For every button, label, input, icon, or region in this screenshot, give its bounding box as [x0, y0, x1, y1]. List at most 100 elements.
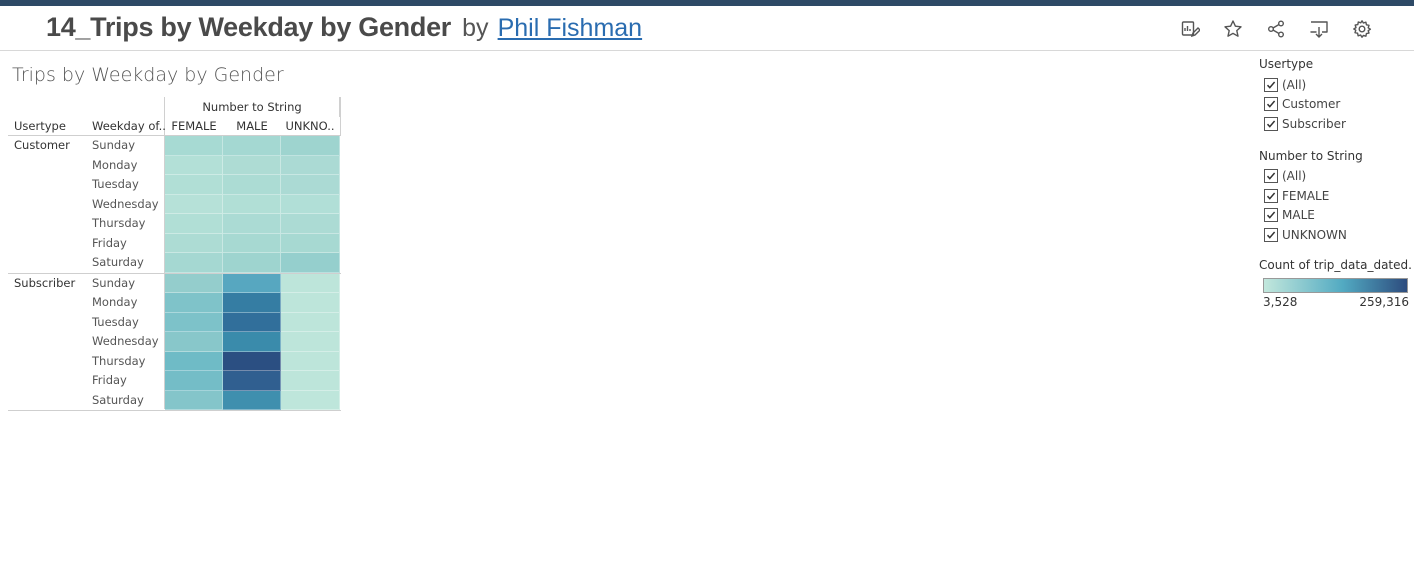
- heatmap-cell[interactable]: [165, 175, 223, 195]
- checkbox-checked-icon[interactable]: [1264, 116, 1278, 131]
- heatmap-cell[interactable]: [281, 136, 340, 156]
- weekday-label[interactable]: Thursday: [92, 214, 145, 234]
- heatmap-cell[interactable]: [223, 312, 281, 332]
- weekday-label[interactable]: Monday: [92, 156, 137, 176]
- gender-filter-option[interactable]: (All): [1259, 167, 1414, 187]
- heatmap-cell[interactable]: [223, 136, 281, 156]
- weekday-label[interactable]: Wednesday: [92, 332, 159, 352]
- heatmap-cell[interactable]: [281, 312, 340, 332]
- heatmap-cell[interactable]: [165, 371, 223, 391]
- usertype-row-header[interactable]: Usertype: [14, 117, 90, 136]
- checkbox-checked-icon[interactable]: [1264, 169, 1278, 184]
- column-header-female[interactable]: FEMALE: [165, 117, 223, 136]
- table-row: Wednesday: [8, 332, 341, 352]
- table-row: Monday: [8, 155, 341, 176]
- heatmap-cell[interactable]: [223, 253, 281, 273]
- heatmap-cell[interactable]: [281, 253, 340, 273]
- settings-button[interactable]: [1340, 16, 1383, 42]
- column-header-male[interactable]: MALE: [223, 117, 281, 136]
- weekday-label[interactable]: Sunday: [92, 274, 135, 294]
- table-row: Friday: [8, 371, 341, 391]
- viz-title: 14_Trips by Weekday by Gender: [46, 12, 451, 42]
- usertype-filter: (All) Customer Subscriber: [1259, 75, 1414, 134]
- weekday-row-header[interactable]: Weekday of..: [92, 117, 166, 136]
- usertype-filter-option[interactable]: Subscriber: [1259, 114, 1414, 134]
- filter-option-label: UNKNOWN: [1282, 227, 1347, 242]
- heatmap-cell[interactable]: [165, 253, 223, 273]
- heatmap-cell[interactable]: [165, 332, 223, 352]
- weekday-label[interactable]: Thursday: [92, 352, 145, 372]
- heatmap-cell[interactable]: [165, 214, 223, 234]
- heatmap-cell[interactable]: [223, 332, 281, 352]
- heatmap-cell[interactable]: [165, 312, 223, 332]
- heatmap-cell[interactable]: [165, 293, 223, 313]
- checkbox-checked-icon[interactable]: [1264, 77, 1278, 92]
- weekday-label[interactable]: Friday: [92, 234, 127, 254]
- weekday-label[interactable]: Friday: [92, 371, 127, 391]
- column-group-header[interactable]: Number to String: [164, 97, 340, 117]
- heatmap-cell[interactable]: [281, 332, 340, 352]
- table-row: Monday: [8, 293, 341, 313]
- edit-button[interactable]: [1168, 16, 1211, 42]
- weekday-label[interactable]: Wednesday: [92, 195, 159, 215]
- heatmap-cell[interactable]: [223, 194, 281, 214]
- heatmap-cell[interactable]: [281, 390, 340, 410]
- heatmap-cell[interactable]: [281, 194, 340, 214]
- checkbox-checked-icon[interactable]: [1264, 97, 1278, 112]
- table-row: Thursday: [8, 351, 341, 372]
- heatmap-cell[interactable]: [281, 293, 340, 313]
- heatmap-cell[interactable]: [223, 273, 281, 293]
- heatmap-cell[interactable]: [223, 293, 281, 313]
- heatmap-cell[interactable]: [223, 233, 281, 253]
- color-legend-title: Count of trip_data_dated...: [1259, 257, 1411, 272]
- weekday-label[interactable]: Monday: [92, 293, 137, 313]
- heatmap-cell[interactable]: [281, 214, 340, 234]
- heatmap-cell[interactable]: [223, 175, 281, 195]
- heatmap-cell[interactable]: [165, 273, 223, 293]
- author-link[interactable]: Phil Fishman: [498, 14, 643, 42]
- weekday-label[interactable]: Sunday: [92, 136, 135, 156]
- checkbox-checked-icon[interactable]: [1264, 208, 1278, 223]
- usertype-filter-option[interactable]: (All): [1259, 75, 1414, 95]
- weekday-label[interactable]: Tuesday: [92, 175, 139, 195]
- heatmap-cell[interactable]: [281, 155, 340, 175]
- legend-max-label: 259,316: [1359, 294, 1409, 309]
- heatmap-cell[interactable]: [223, 390, 281, 410]
- heatmap-cell[interactable]: [281, 351, 340, 371]
- download-button[interactable]: [1297, 16, 1340, 42]
- heatmap-cell[interactable]: [165, 390, 223, 410]
- heatmap-cell[interactable]: [165, 194, 223, 214]
- gender-filter-option[interactable]: UNKNOWN: [1259, 225, 1414, 245]
- weekday-label[interactable]: Tuesday: [92, 313, 139, 333]
- heatmap-cell[interactable]: [223, 351, 281, 371]
- heatmap-cell[interactable]: [165, 136, 223, 156]
- usertype-filter-option[interactable]: Customer: [1259, 95, 1414, 115]
- gender-filter-option[interactable]: MALE: [1259, 206, 1414, 226]
- favorite-button[interactable]: [1211, 16, 1254, 42]
- column-header-unknown[interactable]: UNKNO..: [281, 117, 339, 136]
- heatmap-cell[interactable]: [165, 351, 223, 371]
- group-separator: [8, 410, 341, 411]
- heatmap-cell[interactable]: [223, 155, 281, 175]
- table-row: Thursday: [8, 214, 341, 234]
- filters-panel: Usertype (All) Customer Subscriber Number …: [1259, 56, 1414, 311]
- heatmap-cell[interactable]: [281, 233, 340, 253]
- heatmap-cell[interactable]: [281, 371, 340, 391]
- heatmap-cell[interactable]: [223, 214, 281, 234]
- header-row: Usertype Weekday of.. FEMALE MALE UNKNO.…: [8, 117, 341, 136]
- heatmap-cell[interactable]: [223, 371, 281, 391]
- weekday-label[interactable]: Saturday: [92, 253, 144, 273]
- gender-filter-title: Number to String: [1259, 148, 1363, 163]
- weekday-label[interactable]: Saturday: [92, 391, 144, 411]
- checkbox-checked-icon[interactable]: [1264, 188, 1278, 203]
- heatmap-cell[interactable]: [165, 155, 223, 175]
- checkbox-checked-icon[interactable]: [1264, 227, 1278, 242]
- gender-filter-option[interactable]: FEMALE: [1259, 186, 1414, 206]
- filter-option-label: Customer: [1282, 97, 1341, 112]
- share-button[interactable]: [1254, 16, 1297, 42]
- heatmap-cell[interactable]: [281, 273, 340, 293]
- heatmap-cell[interactable]: [281, 175, 340, 195]
- filter-option-label: (All): [1282, 169, 1307, 184]
- filter-option-label: (All): [1282, 77, 1307, 92]
- heatmap-cell[interactable]: [165, 233, 223, 253]
